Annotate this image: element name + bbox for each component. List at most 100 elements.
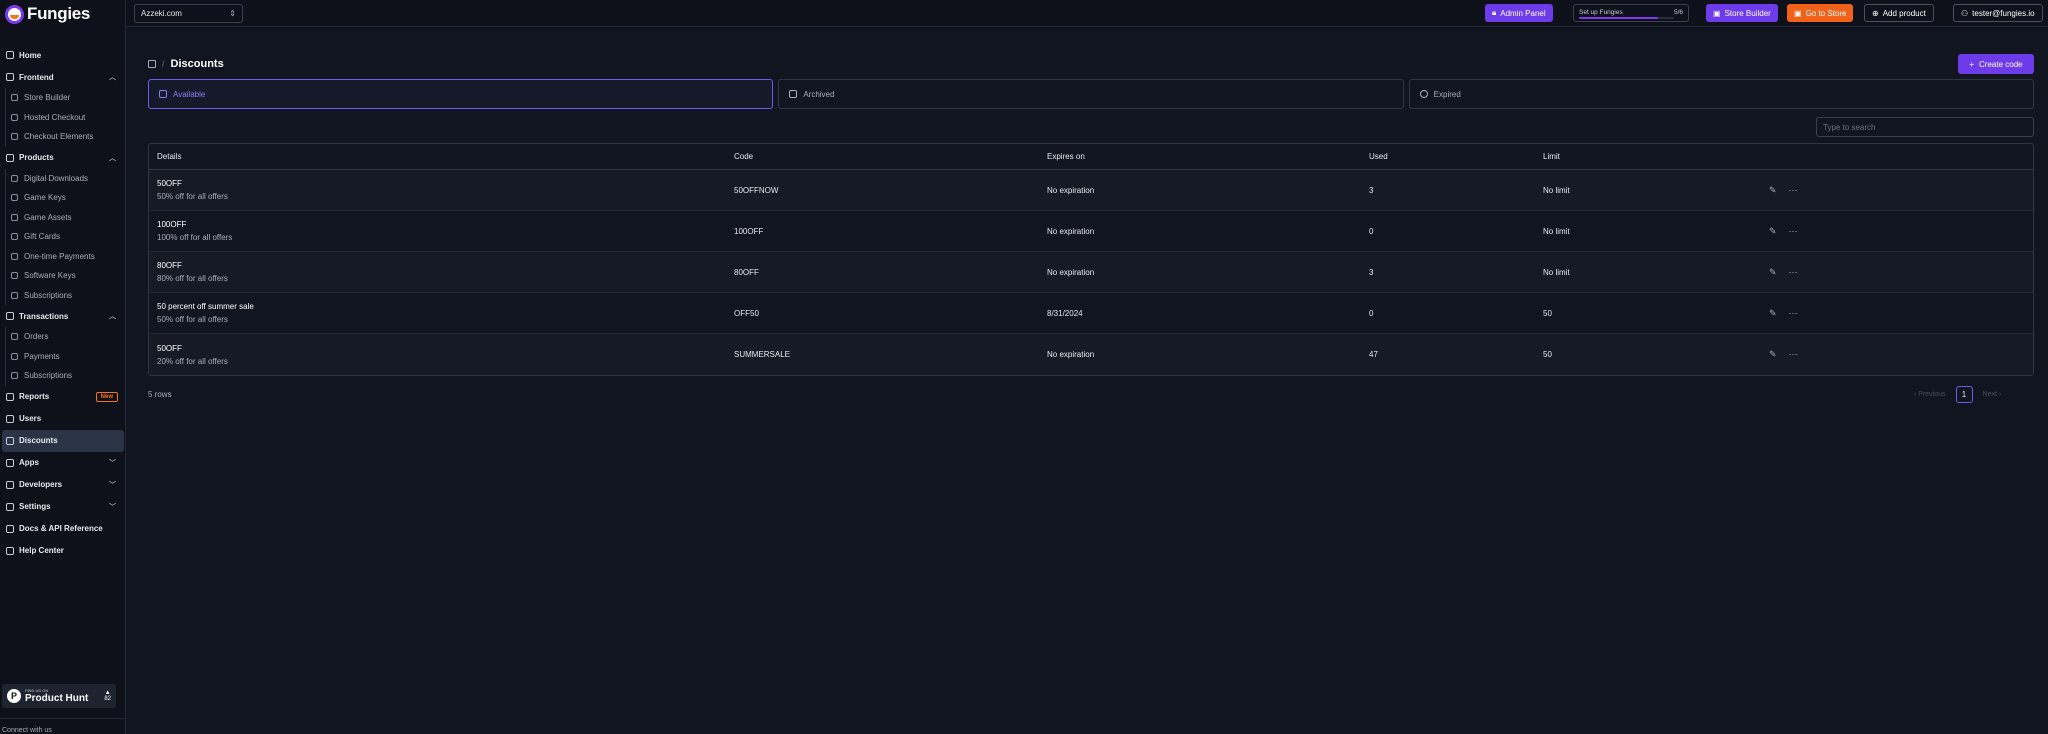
sidebar-item-help-center[interactable]: Help Center <box>0 540 126 562</box>
fungies-logo-icon <box>5 4 24 24</box>
discount-limit: No limit <box>1543 267 1570 277</box>
sidebar-item-product-subscriptions[interactable]: Subscriptions <box>5 285 126 305</box>
discount-icon <box>6 436 14 445</box>
chevron-down-icon: ﹀ <box>109 459 116 467</box>
setup-progress-fill <box>1579 17 1658 19</box>
go-to-store-button[interactable]: ▣ Go to Store <box>1787 4 1854 22</box>
sidebar-item-settings[interactable]: Settings ﹀ <box>0 496 126 518</box>
sidebar-item-checkout-elements[interactable]: Checkout Elements <box>5 127 126 147</box>
edit-icon[interactable]: ✎ <box>1769 226 1777 237</box>
orders-icon <box>11 333 18 341</box>
sidebar-item-game-assets[interactable]: Game Assets <box>5 207 126 227</box>
table-row[interactable]: 100OFF 100% off for all offers 100OFF No … <box>149 211 2033 252</box>
chevron-up-icon: ︿ <box>109 313 116 320</box>
tab-expired[interactable]: Expired <box>1408 79 2034 109</box>
topbar: Azzeki.com ⇕ 🔒︎ Admin Panel Set up Fungie… <box>126 0 2048 27</box>
more-icon[interactable]: ⋯ <box>1789 349 1798 360</box>
discount-limit: No limit <box>1543 185 1570 195</box>
discount-description: 50% off for all offers <box>157 192 228 201</box>
sidebar-item-game-keys[interactable]: Game Keys <box>5 188 126 208</box>
search-input[interactable] <box>1816 117 2034 137</box>
add-product-button[interactable]: ⊕ Add product <box>1864 4 1934 22</box>
edit-icon[interactable]: ✎ <box>1769 308 1777 319</box>
tab-available[interactable]: Available <box>148 79 774 109</box>
connect-label: Connect with us <box>2 727 52 734</box>
product-hunt-badge[interactable]: P FIND US ON Product Hunt ▲ 82 <box>2 684 116 708</box>
sidebar-item-frontend[interactable]: Frontend ︿ <box>0 66 126 88</box>
more-icon[interactable]: ⋯ <box>1789 226 1798 237</box>
more-icon[interactable]: ⋯ <box>1789 308 1798 319</box>
sidebar-item-digital-downloads[interactable]: Digital Downloads <box>5 168 126 188</box>
column-header-limit: Limit <box>1543 152 1560 161</box>
products-icon <box>6 153 14 162</box>
sidebar-item-users[interactable]: Users <box>0 408 126 430</box>
subscription-icon <box>11 372 18 380</box>
discount-limit: No limit <box>1543 226 1570 236</box>
sword-icon <box>11 213 18 221</box>
discount-code: OFF50 <box>734 308 759 318</box>
setup-progress[interactable]: Set up Fungies 5/6 <box>1573 4 1689 22</box>
chevron-down-icon: ﹀ <box>109 503 116 511</box>
chevron-down-icon: ﹀ <box>109 481 116 489</box>
sidebar-item-home[interactable]: Home <box>0 44 126 66</box>
table-row[interactable]: 50OFF 20% off for all offers SUMMERSALE N… <box>149 334 2033 375</box>
clock-icon <box>1419 90 1428 98</box>
more-icon[interactable]: ⋯ <box>1789 185 1798 196</box>
store-builder-button[interactable]: ▣ Store Builder <box>1706 4 1778 22</box>
next-page-button[interactable]: Next › <box>1983 391 2002 398</box>
discount-description: 100% off for all offers <box>157 233 233 242</box>
table-row[interactable]: 80OFF 80% off for all offers 80OFF No exp… <box>149 252 2033 293</box>
table-row[interactable]: 50 percent off summer sale 50% off for al… <box>149 293 2033 334</box>
home-icon[interactable] <box>148 60 156 68</box>
breadcrumb: / Discounts <box>148 58 224 70</box>
brand-logo[interactable]: Fungies <box>5 4 90 24</box>
plus-circle-icon: ⊕ <box>1872 8 1879 18</box>
column-header-details: Details <box>157 152 182 161</box>
rows-count: 5 rows <box>148 390 172 399</box>
admin-panel-button[interactable]: 🔒︎ Admin Panel <box>1485 4 1553 22</box>
sidebar-item-transactions[interactable]: Transactions ︿ <box>0 305 126 327</box>
sidebar-item-software-keys[interactable]: Software Keys <box>5 266 126 286</box>
sidebar-item-discounts[interactable]: Discounts <box>2 429 124 452</box>
store-selector[interactable]: Azzeki.com ⇕ <box>134 4 243 23</box>
sidebar-item-reports[interactable]: Reports New <box>0 386 126 408</box>
page-number-button[interactable]: 1 <box>1955 386 1973 403</box>
sidebar-item-transaction-subscriptions[interactable]: Subscriptions <box>5 366 126 386</box>
subscription-icon <box>11 291 18 299</box>
sidebar-item-docs[interactable]: Docs & API Reference <box>0 518 126 540</box>
lock-icon: 🔒︎ <box>1492 8 1497 17</box>
checkout-icon <box>11 113 18 121</box>
discount-name: 50OFF <box>157 179 182 188</box>
tab-archived[interactable]: Archived <box>778 79 1404 109</box>
sidebar-item-developers[interactable]: Developers ﹀ <box>0 474 126 496</box>
discount-name: 50OFF <box>157 343 182 353</box>
sidebar-item-apps[interactable]: Apps ﹀ <box>0 452 126 474</box>
sidebar-item-one-time-payments[interactable]: One-time Payments <box>5 246 126 266</box>
edit-icon[interactable]: ✎ <box>1769 267 1777 278</box>
discount-tabs: Available Archived Expired <box>148 79 2034 109</box>
user-menu[interactable]: ⚇ tester@fungies.io <box>1953 4 2043 22</box>
create-code-button[interactable]: + Create code <box>1958 54 2034 74</box>
column-header-used: Used <box>1369 152 1388 161</box>
previous-page-button[interactable]: ‹ Previous <box>1914 391 1946 398</box>
elements-icon <box>11 133 18 141</box>
users-icon <box>6 414 14 423</box>
sidebar-item-orders[interactable]: Orders <box>5 327 126 347</box>
table-row[interactable]: 50OFF 50% off for all offers 50OFFNOW No … <box>149 170 2033 211</box>
more-icon[interactable]: ⋯ <box>1789 267 1798 278</box>
sidebar-item-products[interactable]: Products ︿ <box>0 147 126 169</box>
discount-limit: 50 <box>1543 350 1552 359</box>
store-icon: ▣ <box>1713 8 1721 18</box>
sidebar: Fungies Home Frontend ︿ Store Builder Hos… <box>0 0 126 734</box>
sidebar-item-payments[interactable]: Payments <box>5 346 126 366</box>
sidebar-item-gift-cards[interactable]: Gift Cards <box>5 227 126 247</box>
sidebar-item-store-builder[interactable]: Store Builder <box>5 88 126 108</box>
tag-icon <box>159 90 167 98</box>
edit-icon[interactable]: ✎ <box>1769 185 1777 196</box>
transactions-icon <box>6 312 14 320</box>
edit-icon[interactable]: ✎ <box>1769 349 1777 360</box>
archive-icon <box>789 90 798 98</box>
discount-expires: No expiration <box>1047 226 1095 236</box>
frontend-icon <box>6 73 14 81</box>
sidebar-item-hosted-checkout[interactable]: Hosted Checkout <box>5 107 126 127</box>
